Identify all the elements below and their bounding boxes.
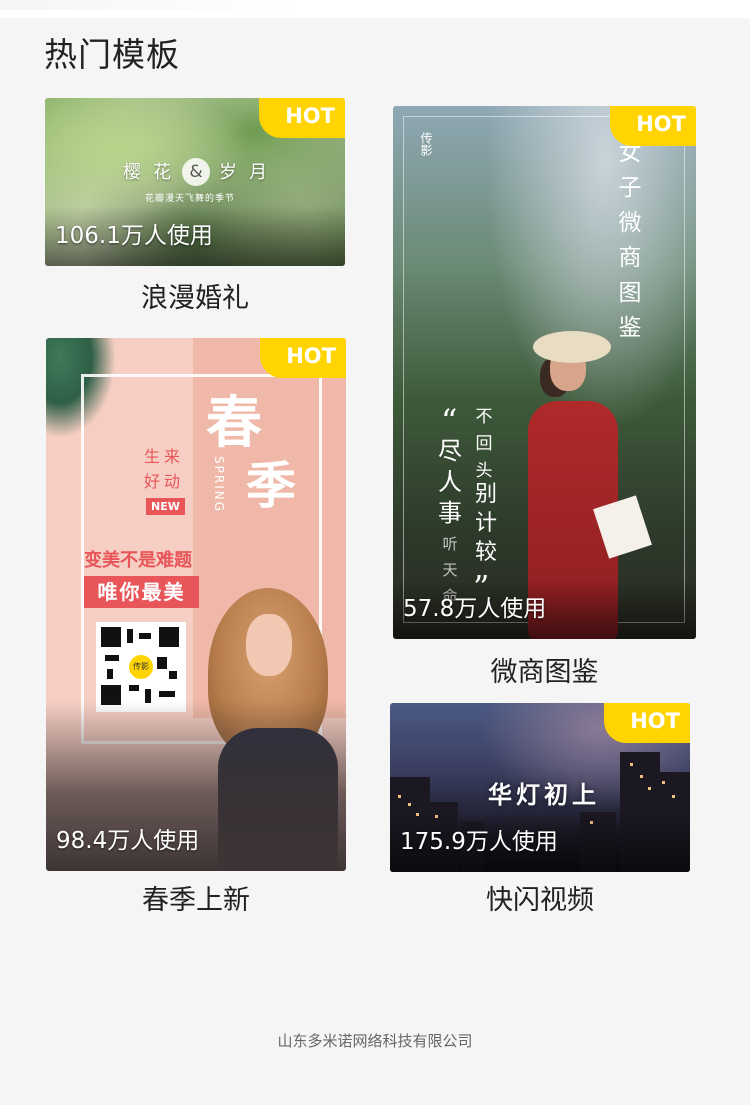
qr-logo: 传影 (129, 655, 153, 679)
card-weishang-col-2: 不回头 (475, 407, 493, 481)
card-video-title: 华灯初上 (488, 780, 600, 809)
card-spring-big-char-2: 季 (246, 456, 296, 515)
hot-badge-label: HOT (286, 344, 336, 368)
open-quote: “ (441, 402, 458, 440)
hot-badge: HOT (259, 98, 345, 138)
hot-badge: HOT (604, 703, 690, 743)
section-title: 热门模板 (44, 35, 180, 74)
card-weishang-col-3: 别计较 (474, 482, 497, 565)
hot-badge-label: HOT (636, 112, 686, 136)
footer-company: 山东多米诺网络科技有限公司 (277, 1032, 473, 1050)
card-weishang-logo: 传影 (419, 132, 433, 156)
template-card-wedding[interactable]: 樱花 & 岁月 花瓣漫天飞舞的季节 HOT 106.1万人使用 (45, 98, 345, 266)
template-name-wedding[interactable]: 浪漫婚礼 (45, 276, 345, 315)
hot-badge: HOT (610, 106, 696, 146)
template-name-video[interactable]: 快闪视频 (390, 878, 690, 917)
template-name-spring[interactable]: 春季上新 (46, 878, 346, 917)
template-card-video[interactable]: 华灯初上 HOT 175.9万人使用 (390, 703, 690, 872)
qr-code-image: 传影 (96, 622, 186, 712)
card-spring-line-2: 好动 (144, 472, 185, 491)
usage-count: 175.9万人使用 (400, 829, 558, 855)
card-wedding-title-left: 樱花 (123, 162, 183, 183)
card-wedding-ampersand: & (182, 158, 210, 186)
new-badge: NEW (146, 498, 185, 515)
template-name-weishang[interactable]: 微商图鉴 (393, 650, 696, 689)
usage-count: 57.8万人使用 (403, 596, 547, 622)
card-spring-slogan-banner: 唯你最美 (84, 576, 199, 608)
card-spring-line-1: 生来 (144, 447, 185, 466)
card-weishang-col-1: 尽人事 (438, 437, 462, 527)
usage-count: 106.1万人使用 (55, 223, 213, 249)
card-spring-english: SPRING (212, 456, 226, 514)
template-card-spring[interactable]: 春 季 SPRING 生来 好动 NEW 变美不是难题 唯你最美 传影 HOT … (46, 338, 346, 871)
card-wedding-title-right: 岁月 (219, 162, 279, 183)
hot-badge-label: HOT (630, 709, 680, 733)
card-weishang-vertical-title: 女子微商图鉴 (618, 140, 642, 341)
top-bar (0, 0, 750, 18)
card-wedding-subtitle: 花瓣漫天飞舞的季节 (144, 194, 235, 204)
card-spring-slogan: 变美不是难题 (84, 550, 192, 571)
usage-count: 98.4万人使用 (56, 828, 200, 854)
template-card-weishang[interactable]: 传影 女子微商图鉴 “ 尽人事 听天命 不回头 别计较 ” HOT 57.8万人… (393, 106, 696, 639)
hot-badge-label: HOT (285, 104, 335, 128)
hot-badge: HOT (260, 338, 346, 378)
